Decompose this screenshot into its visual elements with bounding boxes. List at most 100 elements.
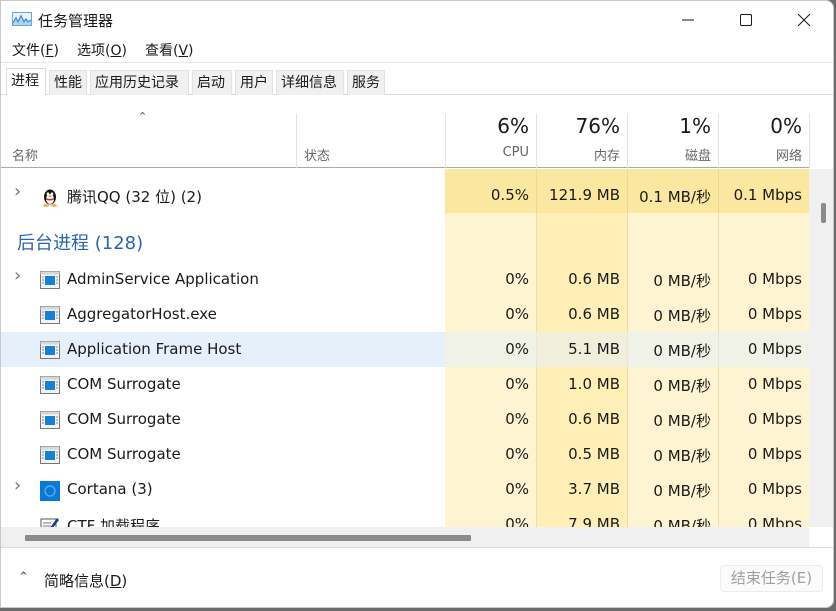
vertical-scrollbar[interactable] [809, 169, 833, 527]
app-window-icon [40, 411, 60, 429]
tab-6[interactable]: 服务 [347, 70, 385, 95]
process-row[interactable]: COM Surrogate 0% 0.5 MB 0 MB/秒 0 Mbps [1, 437, 809, 472]
memory-cell: 7.9 MB [568, 515, 620, 527]
menu-item[interactable]: 选项(O) [77, 39, 127, 62]
menu-item-accesskey: F [45, 43, 54, 59]
tab-3[interactable]: 启动 [192, 70, 232, 95]
task-manager-app-icon [12, 12, 32, 26]
network-cell: 0 Mbps [747, 410, 802, 428]
process-row[interactable]: › AdminService Application 0% 0.6 MB 0 MB/秒 0… [1, 262, 809, 297]
minimize-button[interactable] [659, 1, 717, 39]
process-row[interactable]: › 腾讯QQ (32 位) (2) 0.5% 121.9 MB 0.1 MB/秒 0.1 … [1, 169, 809, 213]
cpu-cell: 0% [505, 480, 529, 498]
memory-cell: 0.5 MB [568, 445, 620, 463]
process-row[interactable]: Application Frame Host 0% 5.1 MB 0 MB/秒 0 Mb… [1, 332, 809, 367]
menu-item-suffix: ) [188, 43, 194, 59]
process-row[interactable]: CTF 加载程序 0% 7.9 MB 0 MB/秒 0 Mbps [1, 507, 809, 527]
column-divider [809, 114, 810, 168]
process-row[interactable]: COM Surrogate 0% 1.0 MB 0 MB/秒 0 Mbps [1, 367, 809, 402]
app-window-icon [40, 341, 60, 359]
footer: ⌃ 简略信息(D) 结束任务(E) [1, 547, 833, 607]
scrollbar-corner [809, 527, 833, 547]
disk-cell: 0 MB/秒 [653, 307, 711, 325]
ctf-loader-icon [40, 516, 60, 527]
tab-5[interactable]: 详细信息 [276, 70, 344, 95]
tab-2[interactable]: 应用历史记录 [90, 70, 189, 95]
maximize-button[interactable] [717, 1, 775, 39]
expand-chevron-icon[interactable]: › [14, 181, 21, 202]
process-row[interactable]: AggregatorHost.exe 0% 0.6 MB 0 MB/秒 0 Mbps [1, 297, 809, 332]
disk-total-percent[interactable]: 1% [627, 114, 711, 138]
disk-cell: 0 MB/秒 [653, 517, 711, 527]
horizontal-scrollbar-thumb[interactable] [25, 535, 471, 541]
menu-bar: 文件(F) 选项(O) 查看(V) [1, 39, 833, 63]
column-name-header[interactable]: 名称 [12, 145, 38, 164]
tab-1[interactable]: 性能 [49, 70, 87, 95]
disk-cell: 0 MB/秒 [653, 272, 711, 290]
network-total-percent[interactable]: 0% [718, 114, 802, 138]
cpu-cell: 0% [505, 270, 529, 288]
group-title: 后台进程 (128) [17, 233, 144, 254]
group-header: 后台进程 (128) [1, 222, 809, 258]
network-cell: 0 Mbps [747, 480, 802, 498]
title-bar: 任务管理器 [1, 1, 833, 39]
disk-cell: 0 MB/秒 [653, 447, 711, 465]
sort-ascending-icon[interactable]: ⌃ [138, 110, 147, 123]
disk-cell: 0 MB/秒 [653, 342, 711, 360]
process-name: Application Frame Host [67, 340, 242, 358]
menu-item-accesskey: V [178, 43, 189, 59]
disk-column-header[interactable]: 磁盘 [627, 145, 711, 164]
expand-chevron-icon[interactable]: › [14, 265, 21, 286]
process-name: 腾讯QQ (32 位) (2) [67, 188, 202, 206]
app-window-icon [40, 376, 60, 394]
chevron-up-icon[interactable]: ⌃ [18, 570, 29, 585]
memory-cell: 0.6 MB [568, 305, 620, 323]
process-name: CTF 加载程序 [67, 517, 161, 527]
window-title: 任务管理器 [38, 12, 114, 30]
tab-4[interactable]: 用户 [235, 70, 273, 95]
cpu-column-header[interactable]: CPU [445, 145, 529, 160]
horizontal-scrollbar[interactable] [1, 527, 809, 547]
menu-item[interactable]: 文件(F) [1, 39, 59, 62]
tab-bar: 进程 性能 应用历史记录 启动 用户 详细信息 服务 [1, 65, 833, 96]
tab-0[interactable]: 进程 [6, 68, 46, 96]
process-name: COM Surrogate [67, 410, 181, 428]
cpu-cell: 0% [505, 445, 529, 463]
memory-cell: 121.9 MB [549, 186, 620, 204]
memory-column-header[interactable]: 内存 [536, 145, 620, 164]
disk-cell: 0 MB/秒 [653, 377, 711, 395]
network-column-header[interactable]: 网络 [718, 145, 802, 164]
task-manager-window: 任务管理器 文件(F) 选项(O) 查看(V) 进程 性能 应用历史记录 启动 用户 详细信息… [0, 0, 834, 608]
menu-item-label: 查看( [144, 43, 179, 59]
process-name: Cortana (3) [67, 480, 153, 498]
app-window-icon [40, 446, 60, 464]
column-header: ⌃ 名称 状态 6% CPU 76% 内存 1% 磁盘 0% 网络 [1, 96, 810, 168]
column-divider[interactable] [296, 114, 297, 168]
process-row[interactable]: › Cortana (3) 0% 3.7 MB 0 MB/秒 0 Mbps [1, 472, 809, 507]
cpu-total-percent[interactable]: 6% [445, 114, 529, 138]
memory-cell: 3.7 MB [568, 480, 620, 498]
memory-cell: 1.0 MB [568, 375, 620, 393]
process-list: › 腾讯QQ (32 位) (2) 0.5% 121.9 MB 0.1 MB/秒 0.1 … [1, 169, 809, 527]
memory-cell: 5.1 MB [568, 340, 620, 358]
fewer-details-label: 简略信息( [44, 572, 110, 590]
expand-chevron-icon[interactable]: › [14, 475, 21, 496]
column-status-header[interactable]: 状态 [304, 145, 330, 164]
fewer-details-button[interactable]: 简略信息(D) [44, 570, 127, 591]
cortana-icon [40, 481, 60, 501]
close-button[interactable] [775, 1, 833, 39]
cpu-cell: 0% [505, 340, 529, 358]
memory-total-percent[interactable]: 76% [536, 114, 620, 138]
process-row[interactable]: COM Surrogate 0% 0.6 MB 0 MB/秒 0 Mbps [1, 402, 809, 437]
close-icon [798, 14, 810, 26]
vertical-scrollbar-thumb[interactable] [821, 203, 826, 223]
end-task-button[interactable]: 结束任务(E) [720, 565, 823, 592]
minimize-icon [682, 19, 694, 21]
menu-item[interactable]: 查看(V) [145, 39, 194, 62]
app-window-icon [40, 306, 60, 324]
menu-item-label: 选项( [77, 43, 111, 59]
disk-cell: 0.1 MB/秒 [639, 188, 711, 206]
menu-item-suffix: ) [121, 43, 127, 59]
cpu-cell: 0% [505, 410, 529, 428]
network-cell: 0 Mbps [747, 340, 802, 358]
